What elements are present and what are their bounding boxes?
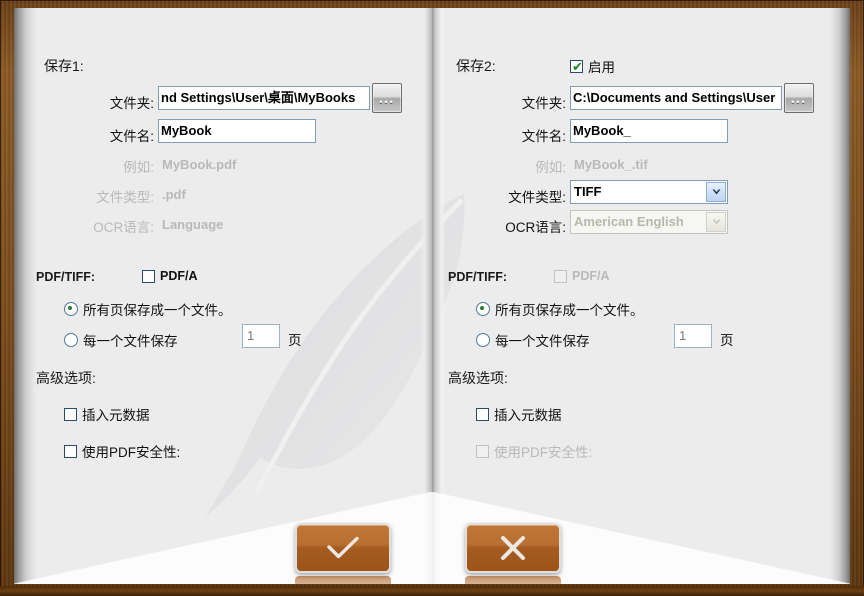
save2-radio-each-label: 每一个文件保存 xyxy=(495,334,590,349)
save2-pdftiff-label: PDF/TIFF: xyxy=(448,270,508,284)
save2-enable-checkbox[interactable]: ✔ 启用 xyxy=(570,56,615,76)
save2-filename-label: 文件名: xyxy=(521,129,566,144)
checkbox-checked-icon: ✔ xyxy=(570,58,583,74)
save1-folder-input[interactable]: nd Settings\User\桌面\MyBooks xyxy=(158,86,370,110)
save2-ocr-language-select[interactable]: American English xyxy=(570,210,728,234)
application-window: 保存1: 文件夹: nd Settings\User\桌面\MyBooks ••… xyxy=(0,0,864,596)
save1-example-label: 例如: xyxy=(123,160,154,175)
save1-radio-all-label: 所有页保存成一个文件。 xyxy=(83,303,232,318)
checkbox-box-icon xyxy=(64,444,77,458)
save1-browse-folder-button[interactable]: ••• xyxy=(372,83,402,113)
save2-metadata-label: 插入元数据 xyxy=(494,408,562,423)
save1-pages-unit-label: 页 xyxy=(288,333,302,348)
save2-folder-label: 文件夹: xyxy=(521,96,566,111)
save-profile-2-panel: 保存2: ✔ 启用 文件夹: C:\Documents and Settings… xyxy=(426,8,846,508)
cancel-button[interactable] xyxy=(465,523,561,573)
save1-pages-per-file-input[interactable]: 1 xyxy=(242,324,280,348)
save2-filename-input[interactable]: MyBook_ xyxy=(570,119,728,143)
save1-section-title: 保存1: xyxy=(44,58,84,74)
save2-browse-folder-button[interactable]: ••• xyxy=(784,83,814,113)
save1-radio-each-label: 每一个文件保存 xyxy=(83,334,178,349)
save1-filetype-value: .pdf xyxy=(162,187,186,202)
cross-icon xyxy=(501,536,525,560)
save2-radio-pages-per-file[interactable]: 每一个文件保存 xyxy=(476,330,590,350)
save1-ocr-language-label: OCR语言: xyxy=(93,220,154,235)
save1-ocr-language-value: Language xyxy=(162,217,224,232)
save2-pages-unit-label: 页 xyxy=(720,333,734,348)
book-page-surface: 保存1: 文件夹: nd Settings\User\桌面\MyBooks ••… xyxy=(14,8,850,584)
radio-selected-icon xyxy=(64,302,78,316)
checkbox-box-icon xyxy=(476,407,489,421)
save1-advanced-label: 高级选项: xyxy=(36,370,96,386)
chevron-down-icon[interactable] xyxy=(706,182,726,202)
save2-pdf-security-checkbox[interactable]: 使用PDF安全性: xyxy=(476,441,592,461)
cancel-button-reflection xyxy=(465,576,561,584)
save1-pdfa-label: PDF/A xyxy=(160,269,198,283)
save1-insert-metadata-checkbox[interactable]: 插入元数据 xyxy=(64,404,150,424)
radio-unselected-icon xyxy=(476,333,490,347)
save1-folder-label: 文件夹: xyxy=(109,96,154,111)
save2-example-value: MyBook_.tif xyxy=(574,157,648,172)
save2-advanced-label: 高级选项: xyxy=(448,370,508,386)
save1-pdfa-checkbox[interactable]: PDF/A xyxy=(142,269,198,283)
save2-pdfa-checkbox[interactable]: PDF/A xyxy=(554,269,610,283)
ok-button[interactable] xyxy=(295,523,391,573)
save1-security-label: 使用PDF安全性: xyxy=(82,445,181,460)
save1-filetype-label: 文件类型: xyxy=(96,190,154,205)
radio-selected-icon xyxy=(476,302,490,316)
save2-folder-input[interactable]: C:\Documents and Settings\User xyxy=(570,86,782,110)
save1-radio-pages-per-file[interactable]: 每一个文件保存 xyxy=(64,330,178,350)
save2-filetype-label: 文件类型: xyxy=(508,190,566,205)
radio-unselected-icon xyxy=(64,333,78,347)
save2-pdfa-label: PDF/A xyxy=(572,269,610,283)
ok-button-reflection xyxy=(295,576,391,584)
save2-ocr-language-label: OCR语言: xyxy=(505,220,566,235)
save2-radio-all-pages-one-file[interactable]: 所有页保存成一个文件。 xyxy=(476,299,644,319)
save2-insert-metadata-checkbox[interactable]: 插入元数据 xyxy=(476,404,562,424)
save-profile-1-panel: 保存1: 文件夹: nd Settings\User\桌面\MyBooks ••… xyxy=(14,8,434,508)
ellipsis-icon: ••• xyxy=(379,97,395,107)
save2-filetype-select[interactable]: TIFF xyxy=(570,180,728,204)
bottom-wood-shelf xyxy=(0,586,864,596)
checkbox-box-icon xyxy=(554,269,567,283)
save2-section-title: 保存2: xyxy=(456,58,496,74)
save2-example-label: 例如: xyxy=(535,160,566,175)
save1-pdf-security-checkbox[interactable]: 使用PDF安全性: xyxy=(64,441,180,461)
save2-pages-per-file-input[interactable]: 1 xyxy=(674,324,712,348)
save1-pdftiff-label: PDF/TIFF: xyxy=(36,270,96,284)
checkbox-box-icon xyxy=(476,444,489,458)
save1-filename-input[interactable]: MyBook xyxy=(158,119,316,143)
checkbox-box-icon xyxy=(64,407,77,421)
save2-security-label: 使用PDF安全性: xyxy=(494,445,593,460)
save1-radio-all-pages-one-file[interactable]: 所有页保存成一个文件。 xyxy=(64,299,232,319)
save1-filename-label: 文件名: xyxy=(109,129,154,144)
save1-example-value: MyBook.pdf xyxy=(162,157,237,172)
save2-radio-all-label: 所有页保存成一个文件。 xyxy=(495,303,644,318)
save2-enable-label: 启用 xyxy=(588,60,615,75)
check-icon xyxy=(327,536,359,559)
save1-metadata-label: 插入元数据 xyxy=(82,408,150,423)
chevron-down-icon[interactable] xyxy=(706,212,726,232)
checkbox-box-icon xyxy=(142,269,155,283)
ellipsis-icon: ••• xyxy=(791,97,807,107)
